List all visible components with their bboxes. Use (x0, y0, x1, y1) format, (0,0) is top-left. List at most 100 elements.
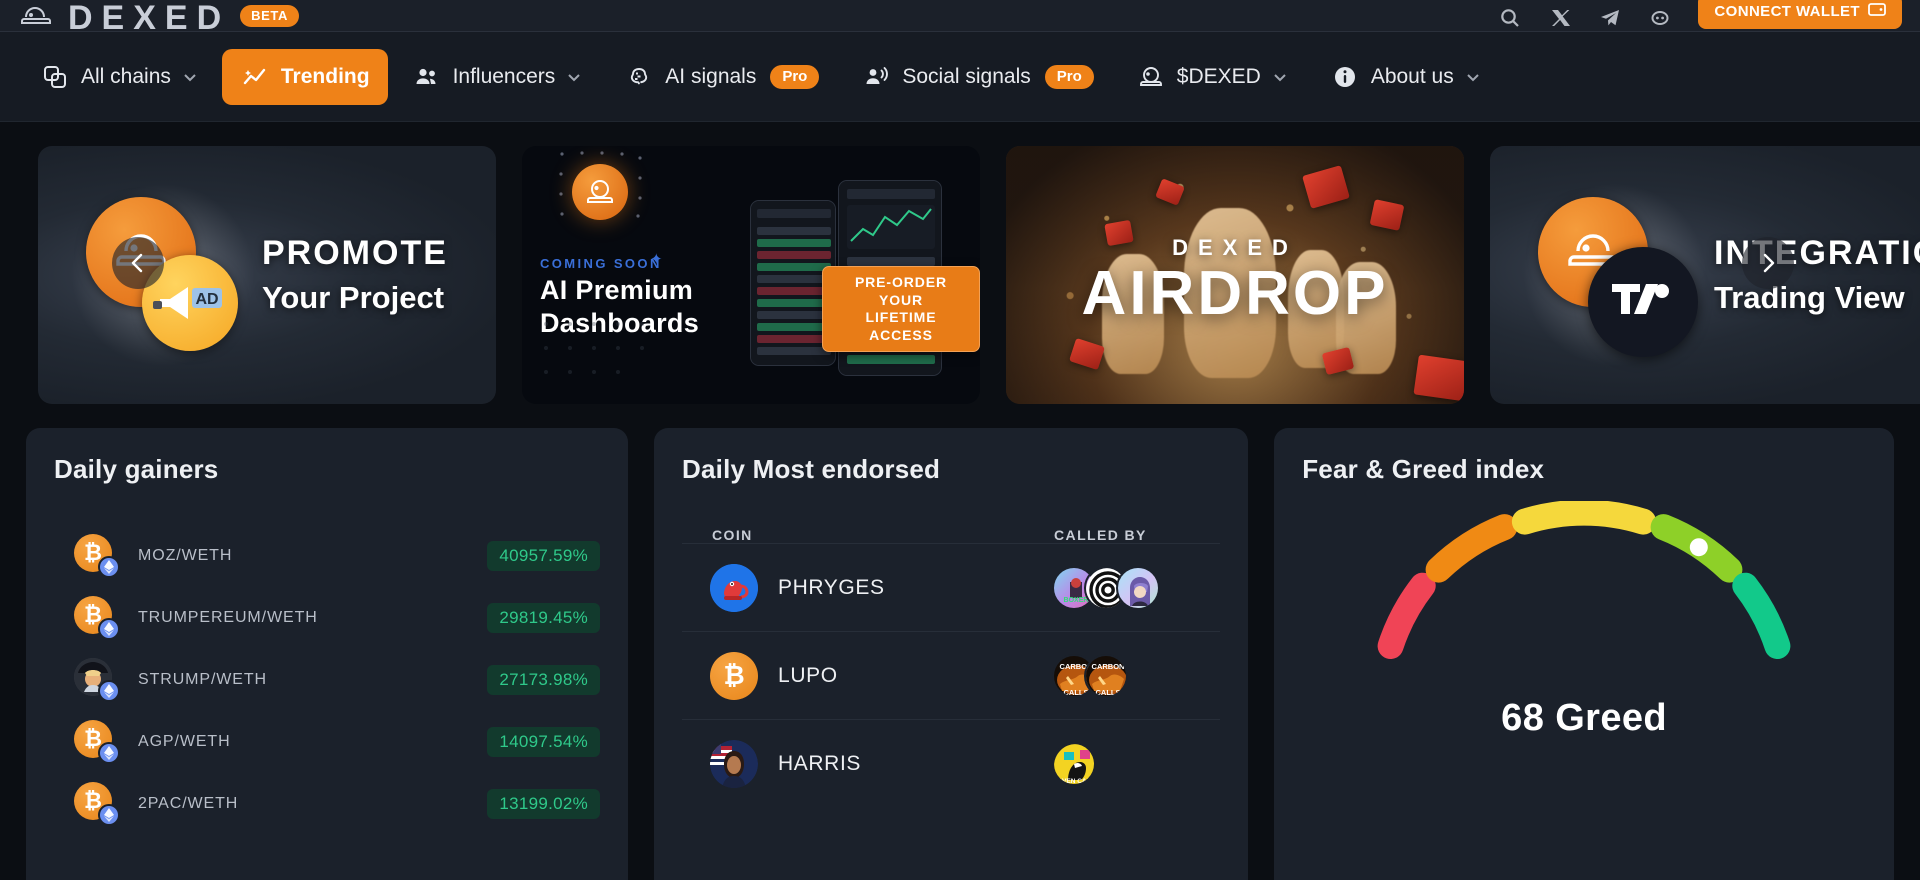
header-actions: CONNECT WALLET (1498, 0, 1902, 29)
info-icon (1330, 62, 1360, 92)
table-row[interactable]: STRUMP/WETH 27173.98% (54, 649, 601, 711)
called-by-cell: RAVEN CALLS (1052, 741, 1097, 786)
coin-name: HARRIS (778, 751, 861, 775)
pair-label: MOZ/WETH (138, 547, 233, 564)
banner-promote-your-project[interactable]: AD PROMOTE Your Project (38, 146, 496, 404)
gauge-svg (1377, 501, 1791, 659)
svg-text:RAVEN CALLS: RAVEN CALLS (1054, 778, 1096, 785)
daily-gainers-list: ₿ MOZ/WETH 40957.59% ₿ TRUMPEREUM/WETH 2… (54, 525, 601, 835)
brain-icon (624, 62, 654, 92)
change-badge: 14097.54% (487, 727, 601, 757)
gift-box-icon (1413, 354, 1464, 402)
phryges-mascot-icon (710, 563, 759, 612)
eth-chain-icon (98, 742, 120, 764)
caller-avatars: RAVEN CALLS (1052, 741, 1097, 786)
airdrop-text: DEXED AIRDROP (1006, 235, 1464, 325)
nav-item-dexed-token[interactable]: $DEXED (1118, 49, 1306, 105)
change-badge: 29819.45% (487, 603, 601, 633)
connect-wallet-button[interactable]: CONNECT WALLET (1698, 0, 1902, 29)
dashboard-cards: Daily gainers ₿ MOZ/WETH 40957.59% ₿ TRU… (0, 404, 1920, 880)
nav-label-social-signals: Social signals (902, 64, 1031, 88)
pro-badge: Pro (1044, 64, 1094, 89)
coin-cell: PHRYGES (682, 563, 1052, 612)
banner-ai-premium-dashboards[interactable]: COMING SOON ✦ AI Premium Dashboards PRE-… (522, 146, 980, 404)
discord-icon[interactable] (1648, 5, 1672, 29)
telegram-icon[interactable] (1598, 5, 1622, 29)
banner-dexed-airdrop[interactable]: DEXED AIRDROP (1006, 146, 1464, 404)
anime-avatar[interactable] (1116, 565, 1161, 610)
banner-subtitle: Your Project (262, 280, 445, 316)
nav-item-ai-signals[interactable]: AI signals Pro (606, 49, 837, 105)
nav-label-dexed-token: $DEXED (1176, 64, 1261, 88)
nav-item-about-us[interactable]: About us (1312, 49, 1499, 105)
nav-label-trending: Trending (280, 64, 370, 88)
main-navigation: All chains Trending Influencers AI signa… (0, 32, 1920, 122)
eth-chain-icon (98, 680, 120, 702)
banner-tradingview-integration[interactable]: INTEGRATION Trading View (1490, 146, 1920, 404)
token-icon-group: ₿ (74, 534, 120, 578)
dot-grid-decoration (544, 322, 644, 374)
card-title: Daily gainers (54, 454, 219, 484)
table-row[interactable]: ₿ 2PAC/WETH 13199.02% (54, 773, 601, 835)
person-broadcast-icon (861, 62, 891, 92)
column-header-called-by: CALLED BY (1054, 527, 1147, 543)
gauge-segment-neutral (1511, 501, 1657, 535)
carousel-next-button[interactable] (1742, 237, 1794, 289)
svg-text:BOXER: BOXER (1064, 597, 1089, 604)
trending-up-icon (240, 62, 270, 92)
banner-eyebrow: COMING SOON (540, 256, 662, 271)
preorder-badge[interactable]: PRE-ORDER YOUR LIFETIME ACCESS (822, 266, 980, 352)
nav-item-influencers[interactable]: Influencers (394, 49, 601, 105)
table-row[interactable]: PHRYGES BOXER (682, 543, 1221, 631)
search-icon[interactable] (1498, 5, 1522, 29)
banner-title-line1: AI Premium (540, 275, 694, 305)
chains-icon (40, 62, 70, 92)
gauge-segment-extreme-fear (1377, 572, 1436, 659)
promote-text: PROMOTE Your Project (262, 233, 448, 317)
svg-text:CARBON: CARBON (1092, 662, 1125, 671)
token-icon-group: ₿ (74, 596, 120, 640)
astronaut-orb-icon (572, 164, 628, 220)
brand-logo[interactable]: DEXED BETA (18, 0, 299, 37)
coin-cell: HARRIS (682, 739, 1052, 788)
caller-avatars: BOXER (1052, 565, 1161, 610)
carbon-calls-avatar[interactable]: CARBON CALLS (1084, 653, 1129, 698)
astronaut-helmet-icon (1136, 62, 1166, 92)
card-daily-gainers: Daily gainers ₿ MOZ/WETH 40957.59% ₿ TRU… (26, 428, 629, 880)
chevron-left-icon (131, 253, 143, 273)
brand-name: DEXED (68, 0, 231, 37)
card-fear-greed-index: Fear & Greed index 68 Greed (1274, 428, 1894, 880)
table-row[interactable]: ₿ TRUMPEREUM/WETH 29819.45% (54, 587, 601, 649)
chevron-down-icon (1274, 73, 1286, 81)
nav-label-ai-signals: AI signals (665, 64, 757, 88)
table-row[interactable]: ₿ MOZ/WETH 40957.59% (54, 525, 601, 587)
harris-photo-icon (710, 739, 759, 788)
eth-chain-icon (98, 618, 120, 640)
x-twitter-icon[interactable] (1548, 5, 1572, 29)
table-row[interactable]: ₿ LUPO CARBON CALLS CARBON CALLS (682, 631, 1221, 719)
nav-item-all-chains[interactable]: All chains (22, 49, 216, 105)
card-daily-most-endorsed: Daily Most endorsed COIN CALLED BY PHRYG… (654, 428, 1249, 880)
table-row[interactable]: ₿ AGP/WETH 14097.54% (54, 711, 601, 773)
column-header-coin: COIN (712, 527, 753, 543)
carousel-prev-button[interactable] (112, 237, 164, 289)
nav-item-trending[interactable]: Trending (221, 48, 388, 105)
raven-calls-avatar[interactable]: RAVEN CALLS (1052, 741, 1097, 786)
people-icon (412, 62, 442, 92)
tradingview-logo-icon (1588, 247, 1698, 357)
pro-badge: Pro (770, 64, 820, 89)
nav-label-influencers: Influencers (452, 64, 556, 88)
coin-name: PHRYGES (778, 575, 885, 599)
token-icon-group: ₿ (74, 782, 120, 826)
wallet-icon (1868, 1, 1886, 21)
called-by-cell: CARBON CALLS CARBON CALLS (1052, 653, 1129, 698)
promote-icons: AD (74, 185, 254, 365)
table-row[interactable]: HARRIS RAVEN CALLS (682, 719, 1221, 807)
pair-label: 2PAC/WETH (138, 795, 239, 812)
change-badge: 40957.59% (487, 541, 601, 571)
svg-text:AD: AD (195, 291, 218, 308)
chevron-down-icon (184, 73, 196, 81)
connect-wallet-label: CONNECT WALLET (1714, 2, 1860, 20)
banner-subtitle: Trading View (1714, 280, 1905, 316)
nav-item-social-signals[interactable]: Social signals Pro (843, 49, 1111, 105)
